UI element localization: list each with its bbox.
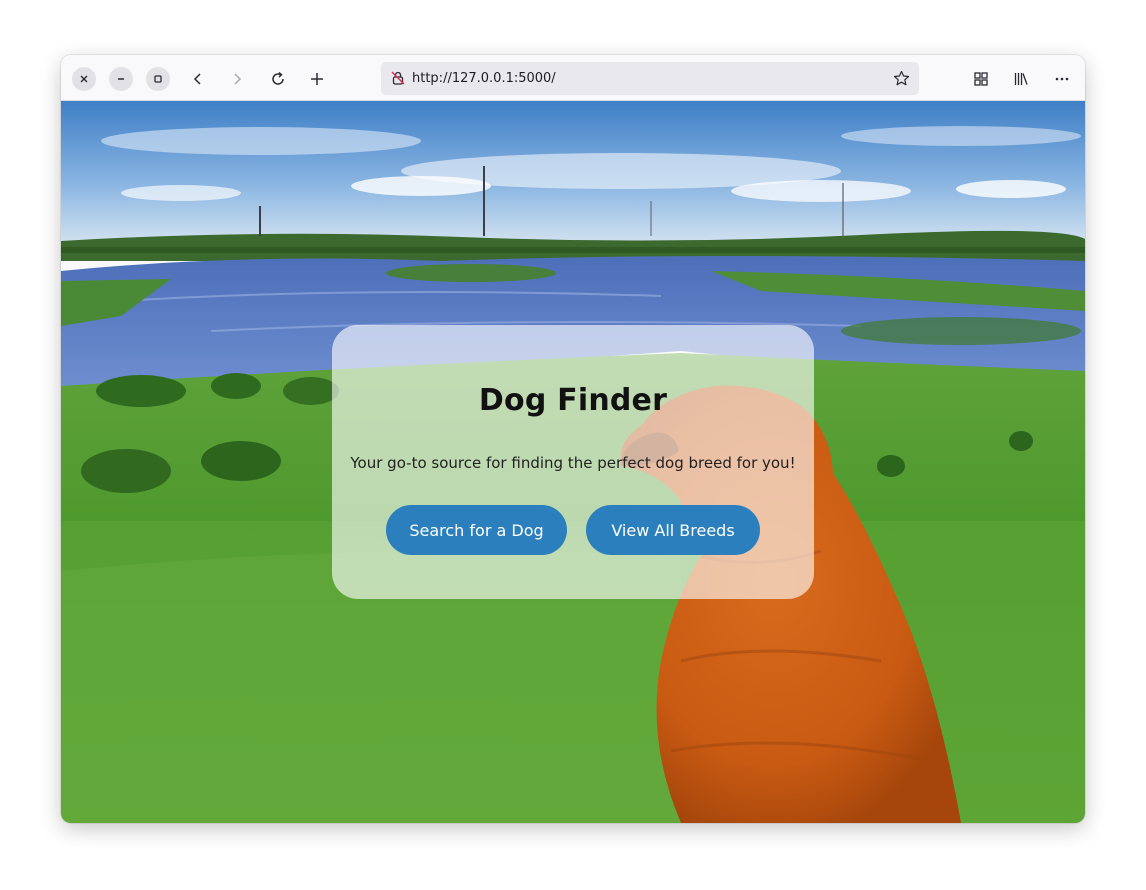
forward-arrow-icon [234, 73, 242, 85]
grid-icon [974, 72, 988, 86]
url-text[interactable]: http://127.0.0.1:5000/ [412, 71, 556, 86]
close-icon [80, 75, 88, 83]
not-secure-lock-icon[interactable] [390, 70, 406, 86]
app-menu-button[interactable] [1049, 66, 1075, 92]
back-button[interactable] [185, 66, 211, 92]
view-all-breeds-button[interactable]: View All Breeds [586, 505, 760, 555]
back-arrow-icon [193, 73, 201, 85]
reload-button[interactable] [265, 66, 291, 92]
star-icon[interactable] [893, 70, 910, 87]
maximize-icon [154, 75, 162, 83]
new-tab-button[interactable] [304, 66, 330, 92]
hero-title: Dog Finder [478, 383, 668, 418]
hero-subtitle: Your go-to source for finding the perfec… [350, 454, 796, 472]
library-icon [1014, 73, 1028, 85]
forward-button[interactable] [224, 66, 250, 92]
minimize-icon [118, 78, 124, 80]
browser-window: http://127.0.0.1:5000/ Dog Finder Your g… [61, 55, 1085, 823]
browser-toolbar: http://127.0.0.1:5000/ [61, 55, 1085, 101]
page-content: Dog Finder Your go-to source for finding… [61, 101, 1085, 823]
window-minimize-button[interactable] [109, 67, 133, 91]
hero-card: Dog Finder Your go-to source for finding… [332, 325, 814, 599]
window-close-button[interactable] [72, 67, 96, 91]
more-icon [1055, 77, 1069, 81]
reload-icon [272, 71, 284, 85]
search-dog-button[interactable]: Search for a Dog [386, 505, 567, 555]
window-maximize-button[interactable] [146, 67, 170, 91]
library-button[interactable] [1008, 66, 1034, 92]
plus-icon [311, 73, 323, 85]
tabs-overview-button[interactable] [968, 66, 994, 92]
address-bar[interactable]: http://127.0.0.1:5000/ [381, 62, 919, 95]
